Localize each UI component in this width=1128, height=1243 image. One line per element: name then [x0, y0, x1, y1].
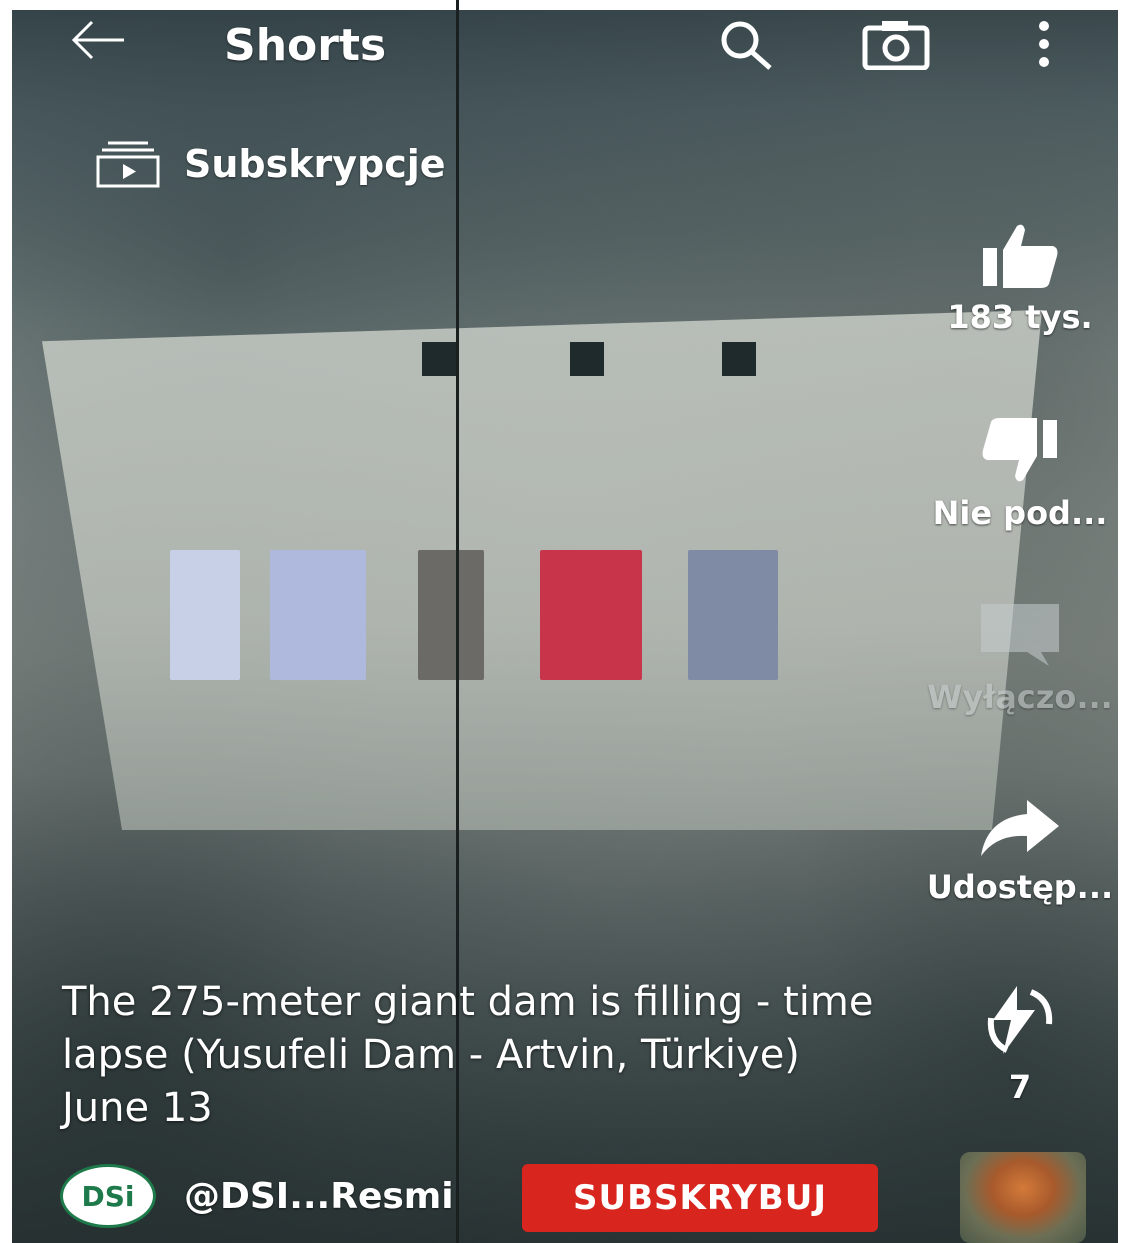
subscribe-button[interactable]: SUBSKRYBUJ	[522, 1164, 878, 1232]
subscriptions-link[interactable]: Subskrypcje	[96, 140, 446, 188]
video-caption[interactable]: The 275-meter giant dam is filling - tim…	[62, 976, 892, 1135]
more-vertical-icon[interactable]	[1032, 18, 1056, 70]
dislike-label: Nie pod...	[932, 494, 1108, 532]
channel-avatar-text: DSi	[81, 1179, 135, 1213]
dam-gate	[570, 342, 604, 376]
banner	[270, 550, 366, 680]
remix-button[interactable]: 7	[912, 980, 1128, 1106]
dislike-button[interactable]: Nie pod...	[912, 416, 1128, 532]
camera-icon[interactable]	[862, 18, 930, 70]
thumbs-up-icon	[983, 224, 1058, 288]
remix-icon	[987, 986, 1053, 1054]
comment-icon	[981, 604, 1059, 666]
banner	[170, 550, 240, 680]
channel-handle[interactable]: @DSI...Resmi	[184, 1176, 454, 1217]
subscriptions-icon	[96, 141, 160, 188]
sound-thumbnail[interactable]	[960, 1152, 1086, 1243]
remix-count: 7	[1008, 1068, 1032, 1106]
portrait-banner	[418, 550, 484, 680]
dam-gate	[722, 342, 756, 376]
channel-row: DSi @DSI...Resmi	[60, 1160, 454, 1232]
arrow-left-icon[interactable]	[70, 20, 126, 60]
share-button[interactable]: Udostęp...	[912, 796, 1128, 906]
portrait-banner	[688, 550, 778, 680]
page-title: Shorts	[224, 20, 387, 71]
flag-banner	[540, 550, 642, 680]
like-count: 183 tys.	[947, 298, 1093, 336]
top-bar: Shorts	[0, 0, 1128, 90]
thumbs-down-icon	[982, 418, 1057, 482]
channel-avatar[interactable]: DSi	[60, 1164, 156, 1228]
search-icon[interactable]	[716, 18, 776, 70]
share-label: Udostęp...	[926, 868, 1114, 906]
like-button[interactable]: 183 tys.	[912, 220, 1128, 336]
subscriptions-label: Subskrypcje	[184, 142, 446, 186]
comments-button[interactable]: Wyłączo...	[912, 600, 1128, 716]
dam-gate	[422, 342, 456, 376]
share-icon	[981, 800, 1059, 856]
comments-label: Wyłączo...	[927, 678, 1113, 716]
